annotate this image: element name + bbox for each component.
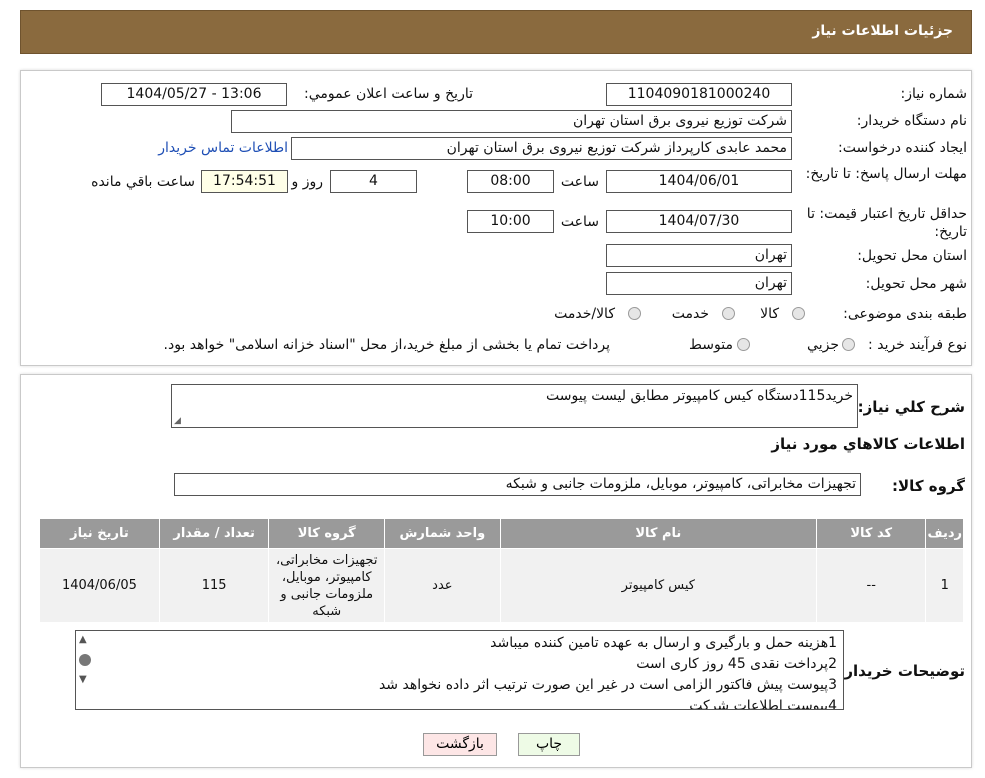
col-row-number: ردیف <box>925 518 964 549</box>
col-item-code: کد کالا <box>815 518 927 549</box>
cell-group: تجهیزات مخابراتی، کامپیوتر، موبایل، ملزو… <box>268 548 386 623</box>
purchase-minor-radio[interactable] <box>842 338 855 351</box>
buyer-note-line: 4پیوست اطلاعات شرکت <box>689 698 837 710</box>
purchase-payment-note: پرداخت تمام یا بخشی از مبلغ خرید،از محل … <box>163 337 610 353</box>
category-service-radio[interactable] <box>722 307 735 320</box>
announce-datetime-field: 1404/05/27 - 13:06 <box>101 83 287 106</box>
description-text: خرید115دستگاه کیس کامپیوتر مطابق لیست پی… <box>546 388 853 404</box>
goods-section-title: اطلاعات کالاهاي مورد نیاز <box>771 435 965 453</box>
col-group: گروه کالا <box>268 518 386 549</box>
reply-time-label: ساعت <box>560 174 599 190</box>
description-field: خرید115دستگاه کیس کامپیوتر مطابق لیست پی… <box>171 384 858 428</box>
notes-scrollbar[interactable]: ▲ ▼ <box>77 634 93 706</box>
page-header: جزئیات اطلاعات نیاز <box>20 10 972 54</box>
reply-days-field: 4 <box>330 170 417 193</box>
reply-days-label: روز و <box>291 174 324 190</box>
col-unit: واحد شمارش <box>384 518 501 549</box>
price-validity-date: 1404/07/30 <box>606 210 792 233</box>
purchase-medium-label: متوسط <box>689 337 733 353</box>
items-table-container: ردیف کد کالا نام کالا واحد شمارش گروه کا… <box>39 518 964 623</box>
description-label: شرح کلي نیاز: <box>857 398 965 416</box>
province-label: استان محل تحویل: <box>857 248 967 264</box>
cell-need-date: 1404/06/05 <box>39 548 160 623</box>
reply-deadline-time: 08:00 <box>467 170 554 193</box>
buyer-notes-label: توضیحات خریدار: <box>838 662 965 680</box>
buyer-note-line: 1هزینه حمل و بارگیری و ارسال به عهده تام… <box>490 635 837 651</box>
buyer-note-line: 3پیوست پیش فاکتور الزامی است در غیر این … <box>378 677 837 693</box>
purchase-medium-radio[interactable] <box>737 338 750 351</box>
scroll-thumb[interactable] <box>79 654 91 666</box>
back-button[interactable]: بازگشت <box>423 733 497 756</box>
scroll-down-icon[interactable]: ▼ <box>79 674 87 685</box>
category-service-label: خدمت <box>671 306 709 322</box>
category-label: طبقه بندی موضوعی: <box>843 306 967 322</box>
province-field: تهران <box>606 244 792 267</box>
price-validity-time-label: ساعت <box>560 214 599 230</box>
price-validity-label: حداقل تاریخ اعتبار قیمت: تا تاریخ: <box>806 206 967 240</box>
col-quantity: تعداد / مقدار <box>158 518 270 549</box>
scroll-up-icon[interactable]: ▲ <box>79 634 87 645</box>
col-need-date: تاریخ نیاز <box>39 518 160 549</box>
remaining-time-label: ساعت باقي مانده <box>91 174 195 190</box>
need-number-field: 1104090181000240 <box>606 83 792 106</box>
goods-group-label: گروه کالا: <box>892 477 965 495</box>
category-goods-service-radio[interactable] <box>628 307 641 320</box>
buyer-org-label: نام دستگاه خریدار: <box>856 113 967 129</box>
buyer-contact-link[interactable]: اطلاعات تماس خریدار <box>158 140 288 156</box>
price-validity-time: 10:00 <box>467 210 554 233</box>
cell-row-number: 1 <box>925 548 964 623</box>
cell-quantity: 115 <box>158 548 270 623</box>
requester-label: ایجاد کننده درخواست: <box>838 140 967 156</box>
table-header-row: ردیف کد کالا نام کالا واحد شمارش گروه کا… <box>39 518 964 549</box>
cell-unit: عدد <box>384 548 501 623</box>
city-label: شهر محل تحویل: <box>865 276 967 292</box>
buyer-note-line: 2پرداخت نقدی 45 روز کاری است <box>636 656 837 672</box>
city-field: تهران <box>606 272 792 295</box>
buyer-org-field: شرکت توزیع نیروی برق استان تهران <box>231 110 792 133</box>
purchase-type-label: نوع فرآیند خرید : <box>868 337 967 353</box>
category-goods-label: کالا <box>760 306 779 322</box>
buyer-notes-field: 1هزینه حمل و بارگیری و ارسال به عهده تام… <box>75 630 844 710</box>
category-goods-service-label: کالا/خدمت <box>554 306 615 322</box>
resize-handle-icon[interactable]: ◢ <box>174 416 181 426</box>
items-table: ردیف کد کالا نام کالا واحد شمارش گروه کا… <box>39 518 964 623</box>
category-goods-radio[interactable] <box>792 307 805 320</box>
col-item-name: نام کالا <box>499 518 818 549</box>
print-button[interactable]: چاپ <box>518 733 580 756</box>
purchase-minor-label: جزیي <box>807 337 839 353</box>
need-number-label: شماره نیاز: <box>900 86 968 102</box>
reply-deadline-label: مهلت ارسال پاسخ: تا تاریخ: <box>805 166 967 182</box>
goods-group-field: تجهیزات مخابراتی، کامپیوتر، موبایل، ملزو… <box>174 473 861 496</box>
announce-datetime-label: تاریخ و ساعت اعلان عمومي: <box>304 86 473 102</box>
remaining-time-field: 17:54:51 <box>201 170 288 193</box>
cell-item-name: کیس کامپیوتر <box>499 548 818 623</box>
reply-deadline-date: 1404/06/01 <box>606 170 792 193</box>
cell-item-code: -- <box>815 548 927 623</box>
table-row: 1 -- کیس کامپیوتر عدد تجهیزات مخابراتی، … <box>39 548 964 623</box>
requester-field: محمد عابدی کارپرداز شرکت توزیع نیروی برق… <box>291 137 792 160</box>
page-title: جزئیات اطلاعات نیاز <box>812 23 953 39</box>
